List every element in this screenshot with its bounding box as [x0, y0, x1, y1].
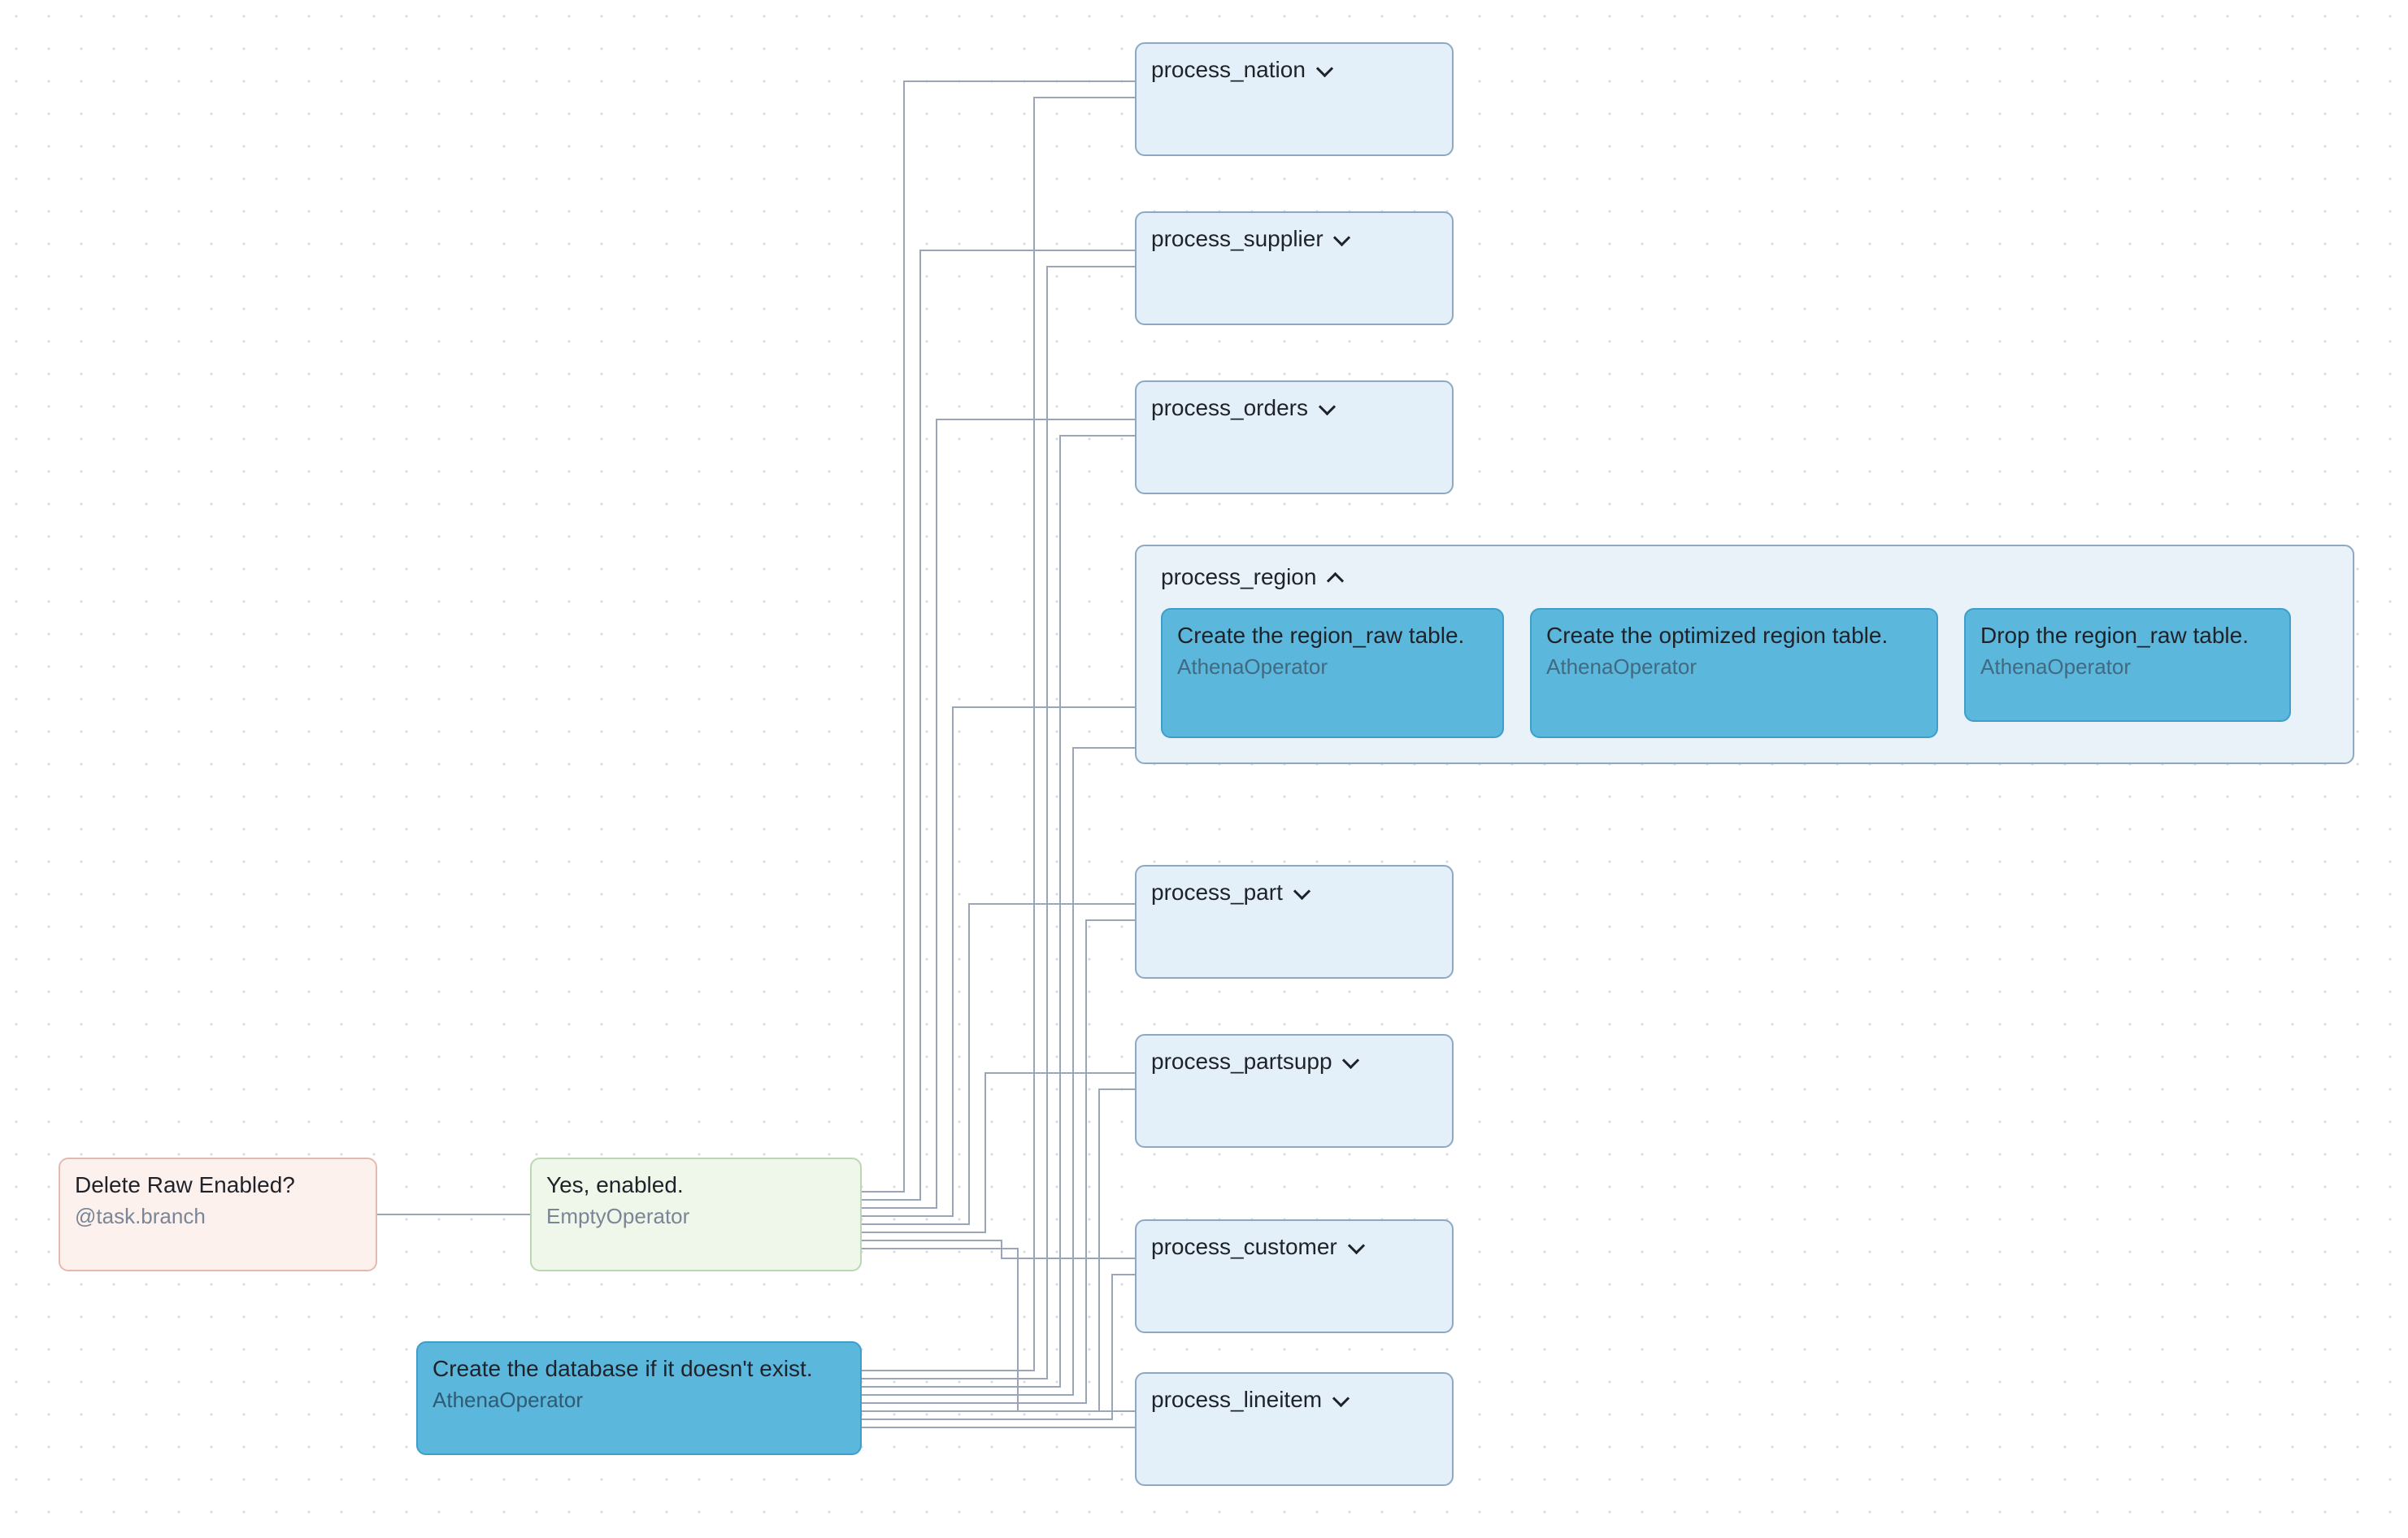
chevron-down-icon: [1294, 885, 1309, 900]
group-title-row[interactable]: process_region: [1161, 564, 2328, 590]
group-inner-row: Create the region_raw table. AthenaOpera…: [1161, 608, 2328, 738]
node-title: Create the optimized region table.: [1546, 621, 1922, 650]
dag-canvas[interactable]: Delete Raw Enabled? @task.branch Yes, en…: [0, 0, 2408, 1538]
group-title: process_supplier: [1151, 226, 1324, 251]
group-process-supplier[interactable]: process_supplier: [1135, 211, 1454, 325]
chevron-down-icon: [1334, 232, 1349, 246]
chevron-down-icon: [1319, 401, 1334, 415]
group-process-nation[interactable]: process_nation: [1135, 42, 1454, 156]
node-subtitle: EmptyOperator: [546, 1203, 845, 1231]
group-title: process_orders: [1151, 395, 1308, 420]
node-subtitle: AthenaOperator: [1177, 654, 1488, 681]
chevron-up-icon: [1328, 570, 1342, 584]
node-subtitle: AthenaOperator: [1980, 654, 2275, 681]
group-title: process_partsupp: [1151, 1049, 1332, 1074]
group-process-lineitem[interactable]: process_lineitem: [1135, 1372, 1454, 1486]
node-title: Create the region_raw table.: [1177, 621, 1488, 650]
node-delete-raw-enabled[interactable]: Delete Raw Enabled? @task.branch: [59, 1158, 377, 1271]
node-create-region-raw[interactable]: Create the region_raw table. AthenaOpera…: [1161, 608, 1504, 738]
chevron-down-icon: [1343, 1054, 1358, 1069]
node-drop-region-raw[interactable]: Drop the region_raw table. AthenaOperato…: [1964, 608, 2291, 722]
group-process-partsupp[interactable]: process_partsupp: [1135, 1034, 1454, 1148]
chevron-down-icon: [1333, 1392, 1348, 1407]
node-create-optimized-region[interactable]: Create the optimized region table. Athen…: [1530, 608, 1938, 738]
node-title: Yes, enabled.: [546, 1171, 845, 1200]
node-title: Delete Raw Enabled?: [75, 1171, 361, 1200]
group-title: process_customer: [1151, 1234, 1337, 1259]
group-process-part[interactable]: process_part: [1135, 865, 1454, 979]
node-yes-enabled[interactable]: Yes, enabled. EmptyOperator: [530, 1158, 862, 1271]
group-process-region[interactable]: process_region Create the region_raw tab…: [1135, 545, 2354, 764]
node-subtitle: AthenaOperator: [432, 1387, 845, 1414]
group-title: process_part: [1151, 880, 1283, 905]
group-title: process_lineitem: [1151, 1387, 1322, 1412]
node-title: Drop the region_raw table.: [1980, 621, 2275, 650]
node-title: Create the database if it doesn't exist.: [432, 1354, 845, 1384]
chevron-down-icon: [1317, 63, 1332, 77]
group-process-customer[interactable]: process_customer: [1135, 1219, 1454, 1333]
node-subtitle: AthenaOperator: [1546, 654, 1922, 681]
node-subtitle: @task.branch: [75, 1203, 361, 1231]
group-title: process_nation: [1151, 57, 1306, 82]
group-title: process_region: [1161, 564, 1316, 589]
node-create-database[interactable]: Create the database if it doesn't exist.…: [416, 1341, 862, 1455]
chevron-down-icon: [1349, 1240, 1363, 1254]
group-process-orders[interactable]: process_orders: [1135, 380, 1454, 494]
